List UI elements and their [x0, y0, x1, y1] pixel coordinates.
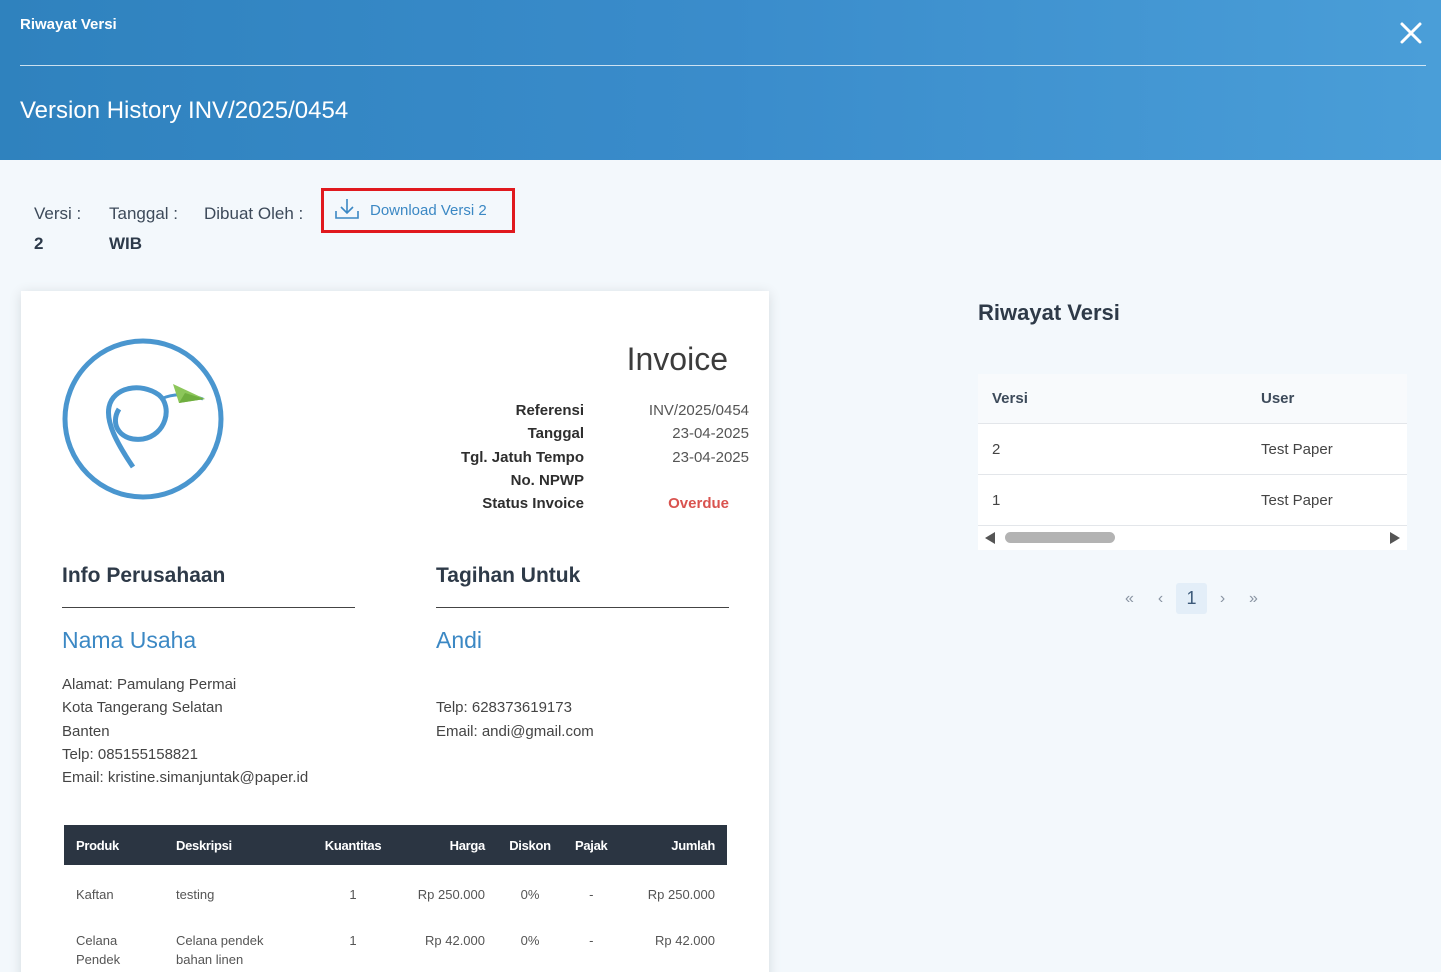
- invoice-meta-values: INV/2025/0454 23-04-2025 23-04-2025 Over…: [649, 399, 749, 515]
- cell-produk: Celana Pendek: [76, 933, 121, 967]
- company-name: Nama Usaha: [62, 627, 197, 653]
- pagination: « ‹ 1 › »: [1114, 583, 1269, 614]
- history-header-row: Versi User: [978, 374, 1407, 424]
- bill-to-name: Andi: [436, 627, 483, 653]
- company-info: Alamat: Pamulang Permai Kota Tangerang S…: [62, 673, 308, 789]
- value-jatuh-tempo: 23-04-2025: [672, 448, 749, 466]
- cell-diskon: 0%: [520, 887, 540, 902]
- label-jatuh-tempo: Tgl. Jatuh Tempo: [460, 448, 584, 466]
- horizontal-scrollbar[interactable]: [978, 526, 1407, 550]
- table-row[interactable]: 1 Test Paper: [978, 475, 1407, 526]
- table-row[interactable]: 2 Test Paper: [978, 424, 1407, 475]
- status-badge: Overdue: [668, 495, 729, 513]
- modal-header: Riwayat Versi Version History INV/2025/0…: [0, 0, 1441, 160]
- invoice-meta-labels: Referensi Tanggal Tgl. Jatuh Tempo No. N…: [461, 399, 584, 515]
- bill-to-line: Email: andi@gmail.com: [436, 722, 594, 740]
- company-line: Telp: 085155158821: [62, 745, 198, 763]
- bill-to-heading: Tagihan Untuk: [436, 564, 581, 587]
- label-tanggal: Tanggal: [527, 425, 584, 443]
- prev-page-button[interactable]: ‹: [1145, 583, 1176, 614]
- cell-produk: Kaftan: [76, 887, 114, 902]
- next-page-button[interactable]: ›: [1207, 583, 1238, 614]
- col-kuantitas: Kuantitas: [309, 825, 397, 865]
- value-npwp: [649, 469, 749, 492]
- dibuat-oleh-label: Dibuat Oleh :: [204, 204, 304, 223]
- version-history-table: Versi User 2 Test Paper 1 Test Paper: [978, 374, 1407, 550]
- meta-versi: Versi : 2: [34, 204, 81, 254]
- col-pajak: Pajak: [563, 825, 620, 865]
- row-user: Test Paper: [1261, 440, 1333, 458]
- versi-label: Versi :: [34, 204, 82, 223]
- company-divider: [62, 607, 355, 608]
- cell-deskripsi: Celana pendek bahan linen: [176, 933, 264, 967]
- history-title: Riwayat Versi: [978, 300, 1120, 325]
- tanggal-label: Tanggal :: [109, 204, 178, 223]
- cell-qty: 1: [349, 933, 357, 948]
- meta-dibuat-oleh: Dibuat Oleh :: [204, 204, 303, 224]
- cell-pajak: -: [589, 887, 594, 902]
- col-deskripsi: Deskripsi: [164, 825, 309, 865]
- header-divider: [20, 65, 1426, 66]
- page-title: Version History INV/2025/0454: [20, 97, 349, 124]
- invoice-title: Invoice: [626, 341, 728, 377]
- company-line: Banten: [62, 722, 110, 740]
- row-user: Test Paper: [1261, 491, 1333, 509]
- download-icon: [334, 197, 360, 225]
- bill-to-divider: [436, 607, 729, 608]
- invoice-preview: Invoice Referensi Tanggal Tgl. Jatuh Tem…: [21, 291, 769, 972]
- col-jumlah: Jumlah: [619, 825, 727, 865]
- bill-to-info: Telp: 628373619173 Email: andi@gmail.com: [436, 673, 594, 743]
- items-header-row: Produk Deskripsi Kuantitas Harga Diskon …: [64, 825, 727, 865]
- label-npwp: No. NPWP: [510, 471, 584, 489]
- scroll-right-icon[interactable]: [1390, 532, 1400, 544]
- col-diskon: Diskon: [497, 825, 563, 865]
- last-page-button[interactable]: »: [1238, 583, 1269, 614]
- row-versi: 2: [992, 440, 1001, 458]
- invoice-items-table: Produk Deskripsi Kuantitas Harga Diskon …: [64, 825, 727, 969]
- company-logo-icon: [61, 337, 225, 501]
- download-version-button[interactable]: Download Versi 2: [321, 188, 515, 233]
- bill-to-line: Telp: 628373619173: [436, 699, 572, 717]
- cell-harga: Rp 250.000: [417, 887, 485, 902]
- table-row: Celana Pendek Celana pendek bahan linen …: [64, 909, 727, 969]
- value-referensi: INV/2025/0454: [648, 402, 749, 419]
- label-referensi: Referensi: [515, 402, 584, 419]
- value-tanggal: 23-04-2025: [672, 425, 749, 443]
- cell-jumlah: Rp 42.000: [655, 933, 715, 948]
- tanggal-value: WIB: [109, 234, 143, 253]
- scroll-left-icon[interactable]: [985, 532, 995, 544]
- scrollbar-thumb[interactable]: [1005, 532, 1115, 543]
- modal-small-title: Riwayat Versi: [20, 16, 117, 33]
- cell-harga: Rp 42.000: [425, 933, 485, 948]
- download-label: Download Versi 2: [370, 202, 487, 219]
- bill-to-line: [436, 673, 594, 696]
- page-1-button[interactable]: 1: [1176, 583, 1207, 614]
- cell-pajak: -: [589, 933, 594, 948]
- table-row: Kaftan testing 1 Rp 250.000 0% - Rp 250.…: [64, 865, 727, 909]
- col-harga: Harga: [397, 825, 497, 865]
- versi-value: 2: [34, 234, 44, 253]
- cell-jumlah: Rp 250.000: [647, 887, 715, 902]
- label-status: Status Invoice: [482, 495, 584, 513]
- first-page-button[interactable]: «: [1114, 583, 1145, 614]
- col-user: User: [1261, 390, 1295, 407]
- col-produk: Produk: [64, 825, 164, 865]
- company-line: Alamat: Pamulang Permai: [62, 676, 237, 693]
- company-line: Kota Tangerang Selatan: [62, 699, 223, 717]
- cell-diskon: 0%: [520, 933, 540, 948]
- close-icon[interactable]: [1396, 18, 1426, 48]
- meta-tanggal: Tanggal : WIB: [109, 204, 178, 254]
- company-line: Email: kristine.simanjuntak@paper.id: [62, 769, 309, 787]
- col-versi: Versi: [992, 390, 1028, 407]
- company-heading: Info Perusahaan: [62, 564, 226, 587]
- row-versi: 1: [992, 491, 1001, 509]
- cell-deskripsi: testing: [176, 887, 215, 902]
- cell-qty: 1: [349, 887, 357, 902]
